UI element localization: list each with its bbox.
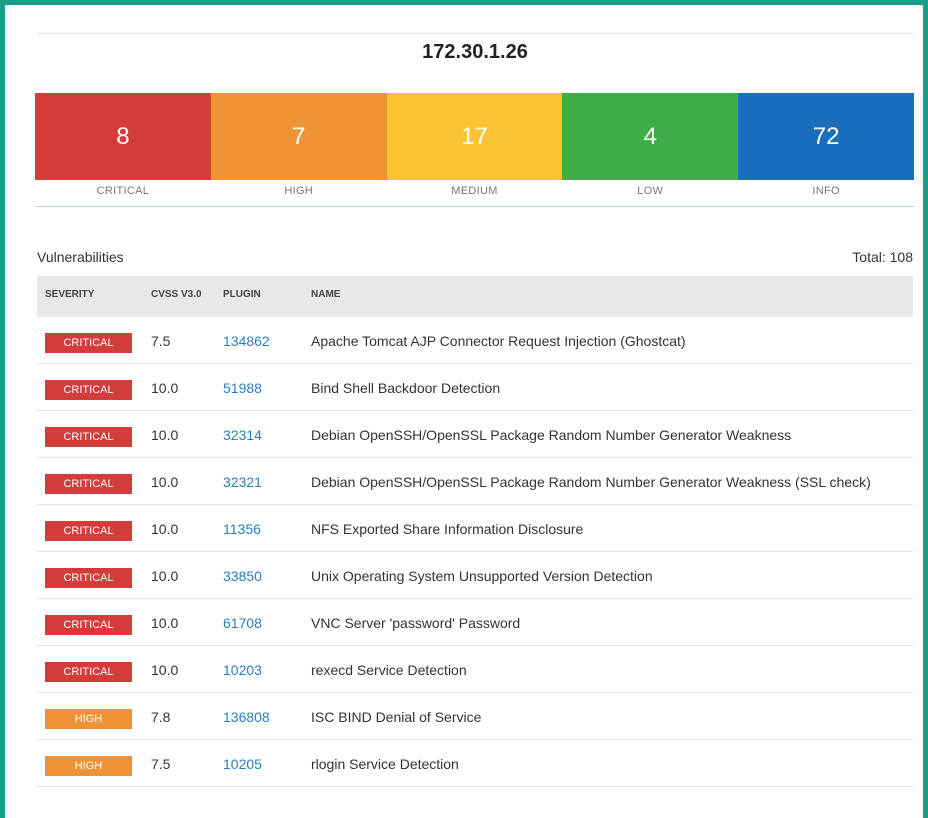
severity-labels: CRITICAL HIGH MEDIUM LOW INFO — [35, 180, 914, 207]
table-body: CRITICAL 7.5 134862 Apache Tomcat AJP Conne… — [37, 317, 913, 787]
summary-low-count: 4 — [562, 93, 739, 180]
severity-cell: CRITICAL — [37, 457, 143, 505]
severity-cell: CRITICAL — [37, 363, 143, 411]
plugin-link[interactable]: 32321 — [223, 474, 262, 490]
severity-summary: 8 7 17 4 72 CRITICAL HIGH MEDIUM LOW INF… — [35, 93, 914, 207]
plugin-cell: 10205 — [215, 739, 303, 787]
severity-cell: CRITICAL — [37, 410, 143, 458]
severity-badge: HIGH — [45, 756, 132, 776]
vulnerability-name: Debian OpenSSH/OpenSSL Package Random Nu… — [303, 410, 913, 458]
cvss-score: 7.8 — [143, 692, 215, 740]
vulnerability-name: rlogin Service Detection — [303, 739, 913, 787]
summary-info-count: 72 — [738, 93, 914, 180]
plugin-cell: 11356 — [215, 504, 303, 552]
vulnerabilities-title: Vulnerabilities — [37, 249, 124, 265]
vulnerabilities-table: SEVERITY CVSS V3.0 PLUGIN NAME CRITICAL 7… — [37, 276, 913, 787]
plugin-link[interactable]: 10205 — [223, 756, 262, 772]
plugin-link[interactable]: 61708 — [223, 615, 262, 631]
severity-cell: CRITICAL — [37, 551, 143, 599]
column-severity[interactable]: SEVERITY — [37, 276, 143, 317]
cvss-score: 10.0 — [143, 551, 215, 599]
severity-cell: CRITICAL — [37, 645, 143, 693]
vulnerability-name: Debian OpenSSH/OpenSSL Package Random Nu… — [303, 457, 913, 505]
plugin-link[interactable]: 136808 — [223, 709, 270, 725]
severity-cell: CRITICAL — [37, 504, 143, 552]
plugin-link[interactable]: 10203 — [223, 662, 262, 678]
vulnerability-name: Unix Operating System Unsupported Versio… — [303, 551, 913, 599]
summary-low-label: LOW — [637, 185, 664, 197]
vulnerability-name: ISC BIND Denial of Service — [303, 692, 913, 740]
vulnerability-name: rexecd Service Detection — [303, 645, 913, 693]
table-row: HIGH 7.5 10205 rlogin Service Detection — [37, 739, 913, 787]
vulnerability-name: VNC Server 'password' Password — [303, 598, 913, 646]
plugin-link[interactable]: 51988 — [223, 380, 262, 396]
vulnerability-name: NFS Exported Share Information Disclosur… — [303, 504, 913, 552]
summary-critical-count: 8 — [35, 93, 211, 180]
table-row: CRITICAL 7.5 134862 Apache Tomcat AJP Conne… — [37, 317, 913, 364]
table-row: CRITICAL 10.0 51988 Bind Shell Backdoor Det… — [37, 363, 913, 411]
plugin-cell: 136808 — [215, 692, 303, 740]
table-row: CRITICAL 10.0 11356 NFS Exported Share Info… — [37, 504, 913, 552]
summary-medium-count: 17 — [386, 93, 563, 180]
cvss-score: 10.0 — [143, 598, 215, 646]
severity-badge: CRITICAL — [45, 568, 132, 588]
cvss-score: 10.0 — [143, 363, 215, 411]
severity-cell: HIGH — [37, 739, 143, 787]
table-row: CRITICAL 10.0 32314 Debian OpenSSH/OpenSSL … — [37, 410, 913, 458]
plugin-cell: 61708 — [215, 598, 303, 646]
table-header-row: SEVERITY CVSS V3.0 PLUGIN NAME — [37, 276, 913, 317]
cvss-score: 7.5 — [143, 739, 215, 787]
severity-badge: CRITICAL — [45, 474, 132, 494]
severity-badge: CRITICAL — [45, 662, 132, 682]
table-row: HIGH 7.8 136808 ISC BIND Denial of Service — [37, 692, 913, 740]
summary-critical-label: CRITICAL — [96, 185, 150, 197]
plugin-link[interactable]: 11356 — [223, 521, 261, 537]
severity-cell: CRITICAL — [37, 598, 143, 646]
summary-info-label: INFO — [812, 185, 840, 197]
severity-blocks: 8 7 17 4 72 — [35, 93, 914, 180]
cvss-score: 10.0 — [143, 645, 215, 693]
column-name[interactable]: NAME — [303, 276, 913, 317]
severity-badge: CRITICAL — [45, 521, 132, 541]
cvss-score: 7.5 — [143, 317, 215, 364]
table-row: CRITICAL 10.0 61708 VNC Server 'password' P… — [37, 598, 913, 646]
table-row: CRITICAL 10.0 32321 Debian OpenSSH/OpenSSL … — [37, 457, 913, 505]
plugin-cell: 33850 — [215, 551, 303, 599]
vulnerabilities-total: Total: 108 — [852, 249, 913, 265]
host-title: 172.30.1.26 — [422, 41, 528, 63]
cvss-score: 10.0 — [143, 410, 215, 458]
severity-cell: CRITICAL — [37, 317, 143, 364]
divider — [37, 33, 913, 34]
summary-medium-label: MEDIUM — [451, 185, 498, 197]
plugin-cell: 51988 — [215, 363, 303, 411]
table-row: CRITICAL 10.0 10203 rexecd Service Detectio… — [37, 645, 913, 693]
plugin-cell: 134862 — [215, 317, 303, 364]
report-frame: 172.30.1.26 8 7 17 4 72 CRITICAL HIGH ME… — [0, 0, 928, 818]
vulnerability-name: Apache Tomcat AJP Connector Request Inje… — [303, 317, 913, 364]
summary-high-label: HIGH — [284, 185, 314, 197]
plugin-link[interactable]: 32314 — [223, 427, 262, 443]
plugin-cell: 32314 — [215, 410, 303, 458]
column-cvss[interactable]: CVSS V3.0 — [143, 276, 215, 317]
cvss-score: 10.0 — [143, 457, 215, 505]
plugin-link[interactable]: 33850 — [223, 568, 262, 584]
table-row: CRITICAL 10.0 33850 Unix Operating System U… — [37, 551, 913, 599]
plugin-cell: 32321 — [215, 457, 303, 505]
plugin-cell: 10203 — [215, 645, 303, 693]
severity-badge: HIGH — [45, 709, 132, 729]
severity-cell: HIGH — [37, 692, 143, 740]
severity-badge: CRITICAL — [45, 427, 132, 447]
summary-high-count: 7 — [210, 93, 387, 180]
severity-badge: CRITICAL — [45, 615, 132, 635]
column-plugin[interactable]: PLUGIN — [215, 276, 303, 317]
plugin-link[interactable]: 134862 — [223, 333, 270, 349]
severity-badge: CRITICAL — [45, 380, 132, 400]
cvss-score: 10.0 — [143, 504, 215, 552]
vulnerability-name: Bind Shell Backdoor Detection — [303, 363, 913, 411]
severity-badge: CRITICAL — [45, 333, 132, 353]
